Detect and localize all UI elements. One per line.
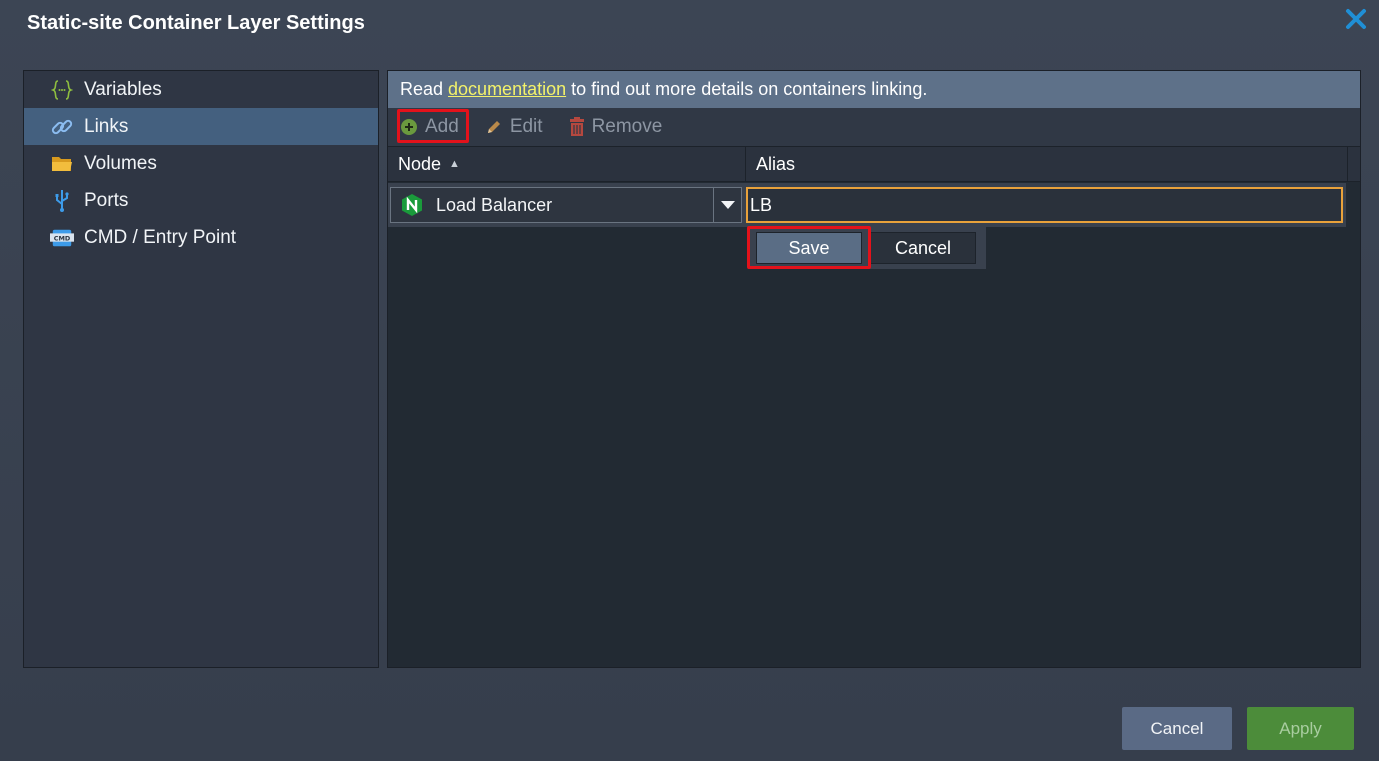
svg-text:CMD: CMD xyxy=(54,234,71,242)
link-icon xyxy=(50,115,74,139)
sidebar-item-variables[interactable]: Variables xyxy=(24,71,378,108)
node-select[interactable]: Load Balancer xyxy=(390,187,742,223)
settings-dialog: Static-site Container Layer Settings Var… xyxy=(0,0,1379,761)
info-bar: Read documentation to find out more deta… xyxy=(388,71,1360,108)
documentation-link[interactable]: documentation xyxy=(448,79,566,100)
grid-header: Node ▲ Alias xyxy=(388,146,1360,182)
column-label: Alias xyxy=(756,153,796,174)
column-header-alias[interactable]: Alias xyxy=(746,147,1348,181)
sidebar-item-label: Volumes xyxy=(84,152,157,174)
highlight-add xyxy=(397,109,469,143)
sort-ascending-icon: ▲ xyxy=(449,158,460,170)
column-label: Node xyxy=(398,153,442,174)
info-suffix: to find out more details on containers l… xyxy=(571,79,928,99)
folder-icon xyxy=(50,152,74,176)
braces-icon xyxy=(50,78,74,102)
table-row-editor: Load Balancer xyxy=(388,183,1346,227)
row-cancel-button[interactable]: Cancel xyxy=(870,232,976,264)
nginx-icon xyxy=(402,194,422,216)
highlight-save xyxy=(747,226,871,269)
caret-down-icon xyxy=(720,201,735,209)
edit-label: Edit xyxy=(509,116,543,137)
sidebar-item-cmd[interactable]: CMD CMD / Entry Point xyxy=(24,219,378,256)
pencil-icon xyxy=(485,118,503,136)
links-panel: Read documentation to find out more deta… xyxy=(387,70,1361,668)
cancel-button[interactable]: Cancel xyxy=(1122,707,1232,750)
remove-button[interactable]: Remove xyxy=(569,116,663,138)
sidebar: Variables Links Volumes Ports CMD CMD / … xyxy=(23,70,379,668)
dialog-title: Static-site Container Layer Settings xyxy=(27,12,365,34)
sidebar-item-label: Ports xyxy=(84,189,129,211)
info-prefix: Read xyxy=(400,79,444,99)
sidebar-item-label: Variables xyxy=(84,78,162,100)
edit-button[interactable]: Edit xyxy=(485,116,543,138)
trash-icon xyxy=(569,117,585,137)
apply-button[interactable]: Apply xyxy=(1247,707,1354,750)
sidebar-item-label: CMD / Entry Point xyxy=(84,226,237,248)
close-button[interactable] xyxy=(1343,6,1369,32)
sidebar-item-volumes[interactable]: Volumes xyxy=(24,145,378,182)
toolbar: Add Edit Remove xyxy=(388,108,1360,146)
node-select-value: Load Balancer xyxy=(436,194,553,215)
remove-label: Remove xyxy=(591,116,663,137)
dropdown-toggle[interactable] xyxy=(713,188,741,222)
close-icon xyxy=(1346,9,1366,29)
alias-input[interactable] xyxy=(746,187,1343,223)
sidebar-item-label: Links xyxy=(84,115,129,137)
sidebar-item-links[interactable]: Links xyxy=(24,108,378,145)
column-header-node[interactable]: Node ▲ xyxy=(388,147,746,181)
cmd-icon: CMD xyxy=(50,226,74,250)
sidebar-item-ports[interactable]: Ports xyxy=(24,182,378,219)
usb-icon xyxy=(50,189,74,213)
